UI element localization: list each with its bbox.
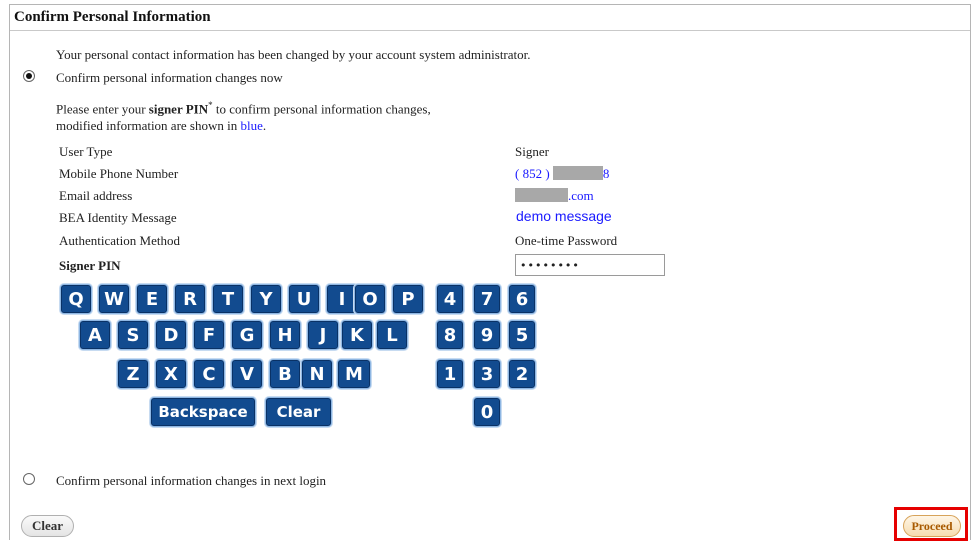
- key-n[interactable]: N: [301, 359, 333, 389]
- instruction-text-end: to confirm personal information changes,: [212, 101, 431, 117]
- key-r[interactable]: R: [174, 284, 206, 314]
- key-1[interactable]: 1: [436, 359, 464, 389]
- mobile-phone-label: Mobile Phone Number: [59, 166, 179, 181]
- email-redacted: [515, 188, 568, 202]
- pin-instruction: Please enter your signer PIN* to confirm…: [56, 100, 431, 117]
- key-6[interactable]: 6: [508, 284, 536, 314]
- instruction-line2-text: modified information are shown in: [56, 118, 241, 133]
- key-9[interactable]: 9: [473, 320, 501, 350]
- key-l[interactable]: L: [376, 320, 408, 350]
- user-type-label: User Type: [59, 144, 113, 159]
- key-8[interactable]: 8: [436, 320, 464, 350]
- pin-instruction-line2: modified information are shown in blue.: [56, 118, 266, 134]
- key-4[interactable]: 4: [436, 284, 464, 314]
- key-5[interactable]: 5: [508, 320, 536, 350]
- proceed-button[interactable]: Proceed: [903, 515, 961, 537]
- title-divider: [10, 30, 970, 31]
- identity-message-label: BEA Identity Message: [59, 210, 177, 225]
- key-u[interactable]: U: [288, 284, 320, 314]
- auth-method-value: One-time Password: [515, 233, 618, 248]
- key-b[interactable]: B: [269, 359, 301, 389]
- change-notice: Your personal contact information has be…: [56, 47, 531, 62]
- key-s[interactable]: S: [117, 320, 149, 350]
- confirm-next-login-radio[interactable]: [23, 473, 35, 485]
- key-3[interactable]: 3: [473, 359, 501, 389]
- backspace-key[interactable]: Backspace: [150, 397, 256, 427]
- key-z[interactable]: Z: [117, 359, 149, 389]
- phone-country-code: ( 852 ): [515, 166, 550, 181]
- signer-pin-label: Signer PIN: [59, 258, 121, 273]
- key-f[interactable]: F: [193, 320, 225, 350]
- user-type-value: Signer: [515, 144, 549, 159]
- instruction-text: Please enter your: [56, 101, 149, 117]
- auth-method-label: Authentication Method: [59, 233, 180, 248]
- panel-title: Confirm Personal Information: [14, 9, 211, 25]
- instruction-blue-word: blue: [240, 118, 263, 133]
- key-a[interactable]: A: [79, 320, 111, 350]
- signer-pin-input[interactable]: ••••••••: [515, 254, 665, 276]
- key-m[interactable]: M: [337, 359, 371, 389]
- clear-key[interactable]: Clear: [265, 397, 332, 427]
- key-2[interactable]: 2: [508, 359, 536, 389]
- key-x[interactable]: X: [155, 359, 187, 389]
- key-t[interactable]: T: [212, 284, 244, 314]
- confirm-next-login-label[interactable]: Confirm personal information changes in …: [56, 473, 326, 489]
- confirm-now-radio[interactable]: [23, 70, 35, 82]
- key-j[interactable]: J: [307, 320, 339, 350]
- key-g[interactable]: G: [231, 320, 263, 350]
- key-7[interactable]: 7: [473, 284, 501, 314]
- phone-suffix: 8: [602, 166, 610, 181]
- confirm-now-label[interactable]: Confirm personal information changes now: [56, 70, 283, 86]
- key-v[interactable]: V: [231, 359, 263, 389]
- phone-redacted: [552, 166, 603, 180]
- instruction-period: .: [262, 118, 267, 133]
- instruction-signer-pin: signer PIN: [148, 101, 209, 117]
- email-suffix: .com: [568, 188, 594, 203]
- key-d[interactable]: D: [155, 320, 187, 350]
- email-value: .com: [515, 188, 594, 204]
- key-0[interactable]: 0: [473, 397, 501, 427]
- identity-message-value: demo message: [516, 208, 612, 224]
- mobile-phone-value: ( 852 ) 8: [515, 166, 609, 182]
- key-o[interactable]: O: [354, 284, 386, 314]
- key-k[interactable]: K: [341, 320, 373, 350]
- proceed-highlight: Proceed: [894, 507, 968, 541]
- clear-button[interactable]: Clear: [21, 515, 74, 537]
- key-p[interactable]: P: [392, 284, 424, 314]
- key-h[interactable]: H: [269, 320, 301, 350]
- key-w[interactable]: W: [98, 284, 130, 314]
- key-c[interactable]: C: [193, 359, 225, 389]
- key-e[interactable]: E: [136, 284, 168, 314]
- key-q[interactable]: Q: [60, 284, 92, 314]
- email-label: Email address: [59, 188, 133, 203]
- key-y[interactable]: Y: [250, 284, 282, 314]
